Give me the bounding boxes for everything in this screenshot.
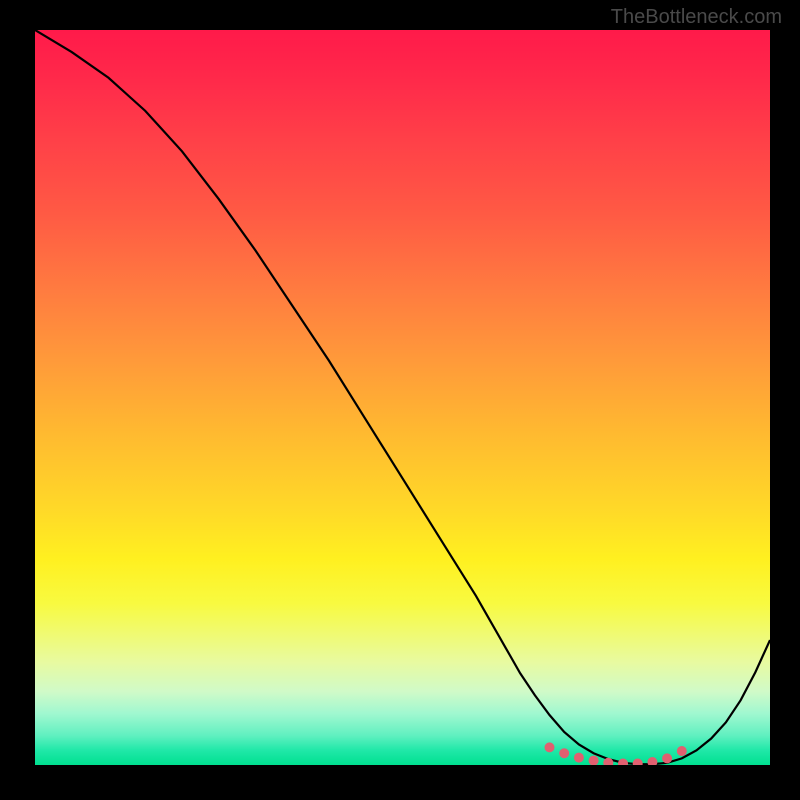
- marker-dot: [559, 748, 569, 758]
- marker-dot: [574, 753, 584, 763]
- marker-dot: [677, 746, 687, 756]
- marker-dot: [647, 757, 657, 765]
- marker-dot: [633, 759, 643, 765]
- marker-dot: [545, 742, 555, 752]
- marker-dot: [662, 753, 672, 763]
- curve-path: [35, 30, 770, 764]
- watermark-text: TheBottleneck.com: [611, 6, 782, 29]
- plot-area: [35, 30, 770, 765]
- marker-dot: [618, 759, 628, 765]
- marker-dot: [589, 756, 599, 765]
- chart-svg: [35, 30, 770, 765]
